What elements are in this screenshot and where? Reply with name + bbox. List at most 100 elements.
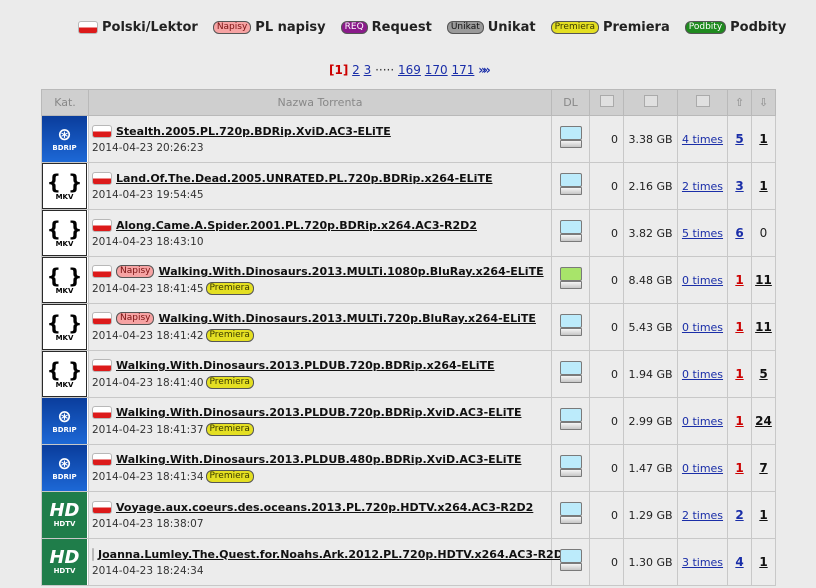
download-icon[interactable] <box>559 173 582 196</box>
seeders-link[interactable]: 1 <box>735 414 743 428</box>
leechers-cell: 1 <box>751 491 776 539</box>
header-comments-icon[interactable] <box>589 89 624 116</box>
mkv-category-icon[interactable]: { } MKV <box>42 304 87 350</box>
seeders-link[interactable]: 6 <box>735 226 743 240</box>
page-link[interactable]: 171 <box>451 63 474 77</box>
legend-label: PL napisy <box>255 19 326 35</box>
table-row: { } MKV Walking.With.Dinosaurs.2013.PLDUB.… <box>41 350 776 398</box>
download-icon[interactable] <box>559 220 582 243</box>
category-cell[interactable]: HD HDTV <box>41 538 89 586</box>
mkv-category-icon[interactable]: { } MKV <box>42 163 87 209</box>
next-page-icon[interactable]: »» <box>478 63 490 77</box>
seeders-link[interactable]: 1 <box>735 367 743 381</box>
download-icon[interactable] <box>559 408 582 431</box>
leechers-link[interactable]: 1 <box>759 179 767 193</box>
category-cell[interactable]: ⊛ BDRIP <box>41 397 89 445</box>
bluray-category-icon[interactable]: ⊛ BDRIP <box>42 398 87 444</box>
leechers-cell: 5 <box>751 350 776 398</box>
header-size-icon[interactable] <box>623 89 678 116</box>
category-cell[interactable]: { } MKV <box>41 256 89 304</box>
completed-link[interactable]: 2 times <box>682 180 723 193</box>
seeders-link[interactable]: 2 <box>735 508 743 522</box>
mkv-category-icon[interactable]: { } MKV <box>42 351 87 397</box>
leechers-link[interactable]: 1 <box>759 132 767 146</box>
torrent-name-link[interactable]: Walking.With.Dinosaurs.2013.PLDUB.720p.B… <box>116 406 521 419</box>
completed-link[interactable]: 0 times <box>682 321 723 334</box>
bluray-category-icon[interactable]: ⊛ BDRIP <box>42 116 87 162</box>
header-leechers-icon[interactable]: ⇩ <box>751 89 776 116</box>
torrent-name-cell: Voyage.aux.coeurs.des.oceans.2013.PL.720… <box>88 491 552 539</box>
download-icon[interactable] <box>559 549 582 572</box>
hdtv-category-icon[interactable]: HD HDTV <box>42 492 87 538</box>
leechers-link[interactable]: 5 <box>759 367 767 381</box>
hdtv-category-icon[interactable]: HD HDTV <box>42 539 87 585</box>
leechers-link[interactable]: 11 <box>755 320 772 334</box>
page-link[interactable]: 170 <box>425 63 448 77</box>
leechers-link[interactable]: 1 <box>759 508 767 522</box>
leechers-cell: 0 <box>751 209 776 257</box>
bluray-category-icon[interactable]: ⊛ BDRIP <box>42 445 87 491</box>
page-link[interactable]: 3 <box>364 63 372 77</box>
torrent-name-link[interactable]: Voyage.aux.coeurs.des.oceans.2013.PL.720… <box>116 501 533 514</box>
torrent-name-link[interactable]: Walking.With.Dinosaurs.2013.MULTi.1080p.… <box>158 265 543 278</box>
download-icon[interactable] <box>559 267 582 290</box>
seeders-link[interactable]: 3 <box>735 179 743 193</box>
mkv-category-icon[interactable]: { } MKV <box>42 257 87 303</box>
header-completed-icon[interactable] <box>677 89 728 116</box>
torrent-name-link[interactable]: Along.Came.A.Spider.2001.PL.720p.BDRip.x… <box>116 219 477 232</box>
torrent-name-link[interactable]: Walking.With.Dinosaurs.2013.PLDUB.720p.B… <box>116 359 495 372</box>
legend-label: Request <box>371 19 432 35</box>
page-link[interactable]: 169 <box>398 63 421 77</box>
torrent-name-link[interactable]: Stealth.2005.PL.720p.BDRip.XviD.AC3-ELiT… <box>116 125 391 138</box>
torrent-name-link[interactable]: Walking.With.Dinosaurs.2013.MULTi.720p.B… <box>158 312 535 325</box>
comments-count: 0 <box>589 303 624 351</box>
category-cell[interactable]: { } MKV <box>41 350 89 398</box>
leechers-link[interactable]: 24 <box>755 414 772 428</box>
torrent-name-link[interactable]: Joanna.Lumley.The.Quest.for.Noahs.Ark.20… <box>98 548 570 561</box>
leechers-link[interactable]: 1 <box>759 555 767 569</box>
completed-cell: 2 times <box>677 491 728 539</box>
page-link[interactable]: 2 <box>352 63 360 77</box>
header-seeders-icon[interactable]: ⇧ <box>727 89 752 116</box>
download-cell <box>551 397 590 445</box>
header-torrent-name[interactable]: Nazwa Torrenta <box>88 89 552 116</box>
download-icon[interactable] <box>559 455 582 478</box>
completed-link[interactable]: 5 times <box>682 227 723 240</box>
mkv-category-icon[interactable]: { } MKV <box>42 210 87 256</box>
seeders-link[interactable]: 1 <box>735 320 743 334</box>
completed-link[interactable]: 0 times <box>682 274 723 287</box>
category-cell[interactable]: { } MKV <box>41 209 89 257</box>
download-icon[interactable] <box>559 361 582 384</box>
category-cell[interactable]: ⊛ BDRIP <box>41 115 89 163</box>
completed-link[interactable]: 0 times <box>682 368 723 381</box>
completed-link[interactable]: 3 times <box>682 556 723 569</box>
torrent-date: 2014-04-23 18:41:45 <box>92 282 204 295</box>
category-cell[interactable]: { } MKV <box>41 162 89 210</box>
seeders-link[interactable]: 5 <box>735 132 743 146</box>
legend: Polski/Lektor Napisy PL napisy REQ Request Un… <box>78 17 801 37</box>
leechers-cell: 1 <box>751 162 776 210</box>
category-cell[interactable]: ⊛ BDRIP <box>41 444 89 492</box>
completed-link[interactable]: 0 times <box>682 415 723 428</box>
completed-link[interactable]: 2 times <box>682 509 723 522</box>
legend-tag-podbity: Podbity <box>684 20 727 34</box>
table-row: { } MKV Along.Came.A.Spider.2001.PL.720p.B… <box>41 209 776 257</box>
torrent-name-link[interactable]: Walking.With.Dinosaurs.2013.PLDUB.480p.B… <box>116 453 521 466</box>
seeders-link[interactable]: 4 <box>735 555 743 569</box>
torrent-size: 2.99 GB <box>623 397 678 445</box>
leechers-link[interactable]: 7 <box>759 461 767 475</box>
seeders-link[interactable]: 1 <box>735 461 743 475</box>
completed-link[interactable]: 4 times <box>682 133 723 146</box>
seeders-link[interactable]: 1 <box>735 273 743 287</box>
torrent-name-link[interactable]: Land.Of.The.Dead.2005.UNRATED.PL.720p.BD… <box>116 172 492 185</box>
download-icon[interactable] <box>559 502 582 525</box>
torrent-name-cell: Napisy Walking.With.Dinosaurs.2013.MULTi.… <box>88 303 552 351</box>
completed-link[interactable]: 0 times <box>682 462 723 475</box>
category-cell[interactable]: HD HDTV <box>41 491 89 539</box>
download-icon[interactable] <box>559 314 582 337</box>
category-cell[interactable]: { } MKV <box>41 303 89 351</box>
header-category[interactable]: Kat. <box>41 89 89 116</box>
leechers-link[interactable]: 11 <box>755 273 772 287</box>
download-cell <box>551 162 590 210</box>
download-icon[interactable] <box>559 126 582 149</box>
